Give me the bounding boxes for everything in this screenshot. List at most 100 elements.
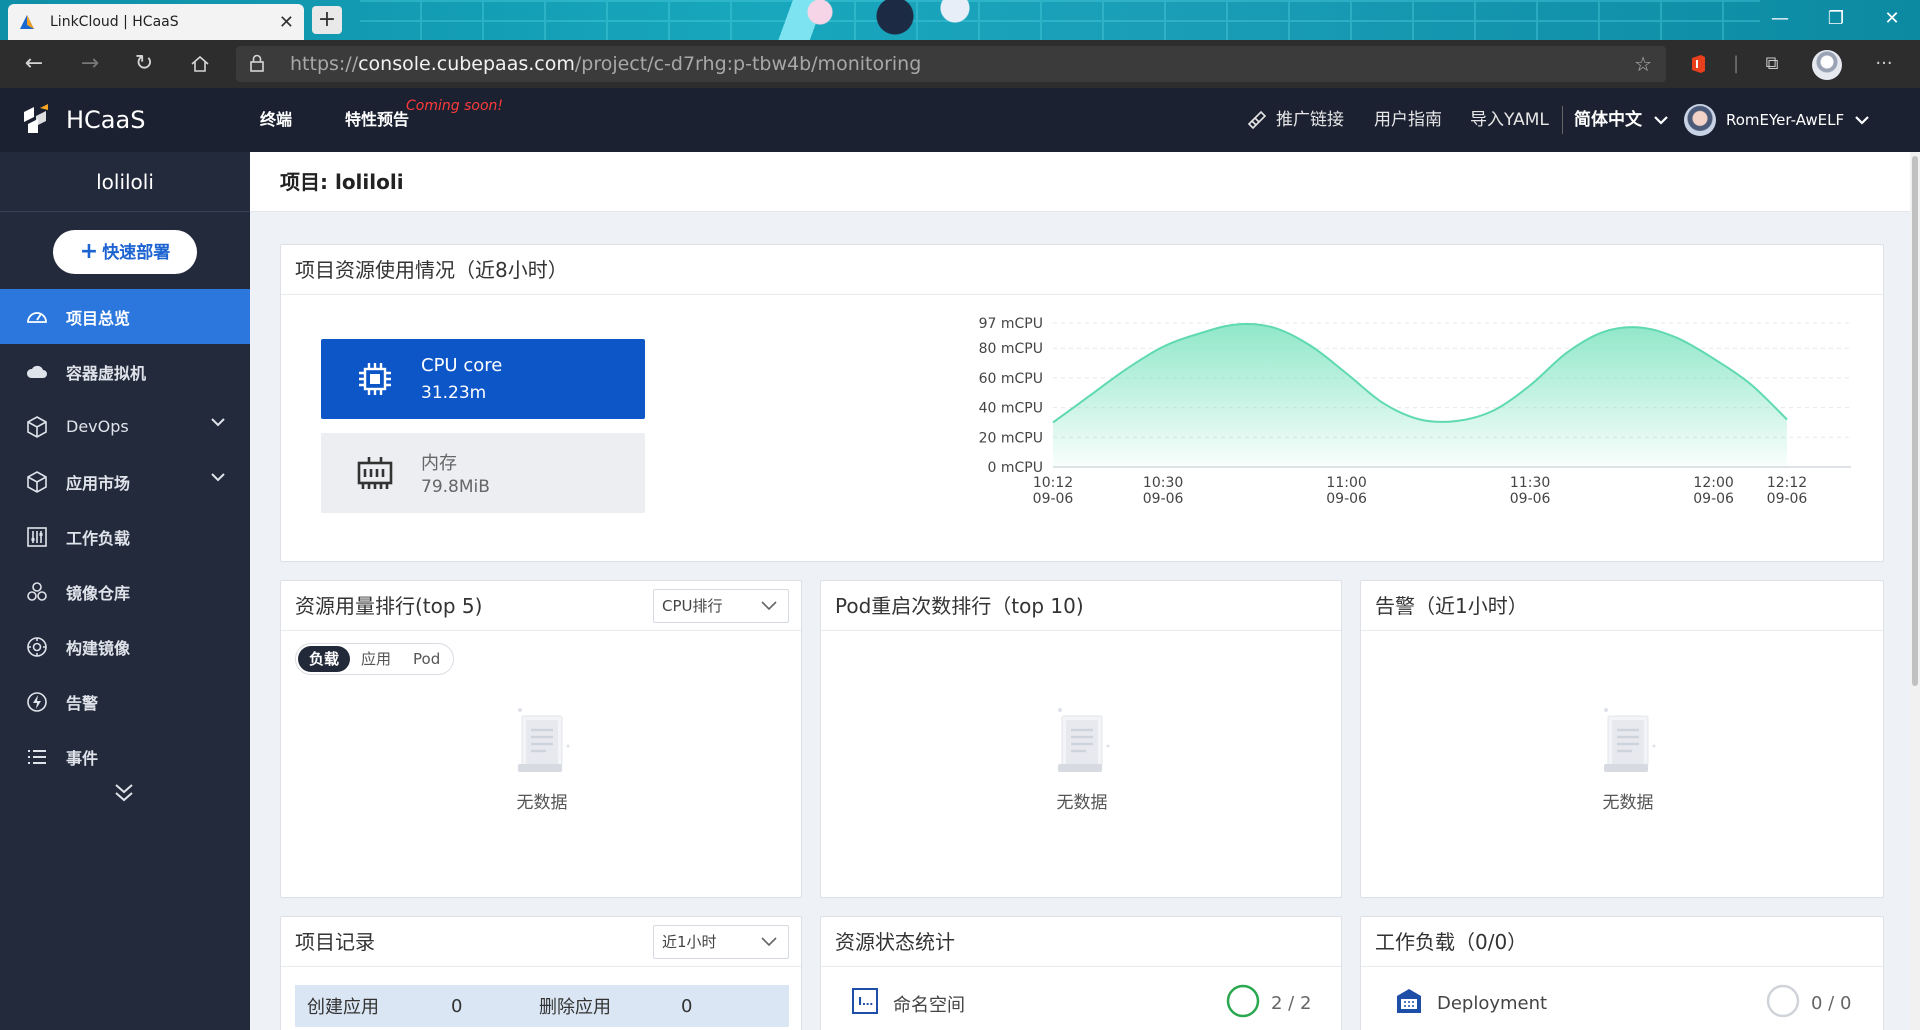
user-avatar[interactable] [1684, 104, 1716, 136]
x-tick-date-label: 09-06 [1693, 491, 1734, 507]
import-yaml-link[interactable]: 导入YAML [1470, 88, 1549, 152]
nav-feature-preview[interactable]: 特性预告 [345, 88, 409, 152]
alerts-card-title: 告警（近1小时） [1361, 581, 1883, 631]
forward-icon[interactable]: → [70, 40, 110, 88]
sidebar-item-label: 容器虚拟机 [66, 363, 147, 383]
sidebar-item-workload[interactable]: 工作负载 [0, 509, 250, 564]
svg-text:I…: I… [858, 995, 873, 1008]
status-ring-icon [1225, 983, 1261, 1024]
nav-terminal[interactable]: 终端 [260, 88, 292, 152]
delete-app-label: 删除应用 [539, 997, 611, 1018]
chevron-down-icon [1855, 116, 1869, 125]
minimize-icon[interactable]: — [1752, 0, 1808, 40]
tab-close-icon[interactable]: ✕ [279, 12, 294, 33]
home-icon[interactable] [180, 40, 220, 88]
cpu-metric-card[interactable]: CPU core 31.23m [321, 339, 645, 419]
y-tick-label: 20 mCPU [979, 430, 1043, 446]
x-tick-time-label: 10:12 [1033, 475, 1073, 491]
user-menu[interactable]: RomEYer-AwELF [1726, 88, 1869, 152]
chevron-down-icon [211, 473, 225, 482]
page-scrollbar[interactable] [1910, 152, 1920, 1030]
namespace-row[interactable]: I… 命名空间 [851, 987, 965, 1020]
quick-deploy-button[interactable]: + 快速部署 [53, 230, 197, 274]
y-tick-label: 97 mCPU [979, 316, 1043, 332]
sidebar-item-image-registry[interactable]: 镜像仓库 [0, 564, 250, 619]
sliders-icon [24, 524, 50, 550]
create-app-value: 0 [451, 995, 463, 1017]
tab-pod[interactable]: Pod [402, 646, 451, 672]
user-guide-link[interactable]: 用户指南 [1374, 88, 1442, 152]
y-tick-label: 60 mCPU [979, 371, 1043, 387]
hcaas-logo-icon [20, 104, 52, 136]
dashboard-icon [24, 304, 50, 330]
sidebar-item-alerts[interactable]: 告警 [0, 674, 250, 729]
window-close-icon[interactable]: ✕ [1864, 0, 1920, 40]
sidebar-item-app-market[interactable]: 应用市场 [0, 454, 250, 509]
sidebar-item-events[interactable]: 事件 [0, 729, 250, 784]
ranking-select-value: CPU排行 [662, 597, 723, 615]
tabbar-background-pattern [360, 0, 1760, 40]
tabbar-background-art [730, 0, 1030, 40]
reload-icon[interactable]: ↻ [124, 40, 164, 88]
ranking-metric-select[interactable]: CPU排行 [653, 589, 789, 623]
pod-restart-card: Pod重启次数排行（top 10) 无数据 [820, 580, 1342, 898]
scrollbar-thumb[interactable] [1912, 156, 1918, 686]
plus-icon: + [79, 239, 99, 264]
double-chevron-down-icon[interactable] [112, 782, 136, 808]
x-tick-time-label: 12:00 [1693, 475, 1733, 491]
resource-status-card: 资源状态统计 I… 命名空间 2 / 2 [820, 916, 1342, 1030]
tab-app[interactable]: 应用 [350, 646, 402, 672]
cloud-icon [24, 359, 50, 385]
pod-restart-card-title: Pod重启次数排行（top 10) [821, 581, 1341, 631]
x-tick-date-label: 09-06 [1767, 491, 1808, 507]
empty-document-icon [1598, 706, 1658, 780]
more-menu-icon[interactable]: ··· [1864, 40, 1904, 88]
tab-title: LinkCloud | HCaaS [50, 14, 179, 30]
memory-metric-label: 内存 [421, 453, 457, 474]
new-tab-button[interactable]: + [312, 6, 342, 34]
brand-name: HCaaS [66, 106, 146, 134]
x-tick-date-label: 09-06 [1143, 491, 1184, 507]
address-bar[interactable]: https://console.cubepaas.com/project/c-d… [236, 46, 1666, 82]
url-path: /project/c-d7rhg:p-tbw4b/monitoring [574, 53, 922, 75]
sidebar-item-label: 事件 [66, 748, 99, 768]
sidebar-item-label: 镜像仓库 [66, 583, 131, 603]
namespace-count: 2 / 2 [1271, 993, 1312, 1014]
coming-soon-label: Coming soon! [406, 98, 503, 114]
x-tick-date-label: 09-06 [1033, 491, 1074, 507]
office-extension-icon[interactable] [1678, 40, 1718, 88]
sidebar-item-container-vm[interactable]: 容器虚拟机 [0, 344, 250, 399]
linkcloud-favicon-icon [18, 13, 36, 31]
browser-tab-bar: LinkCloud | HCaaS ✕ + — ❐ ✕ [0, 0, 1920, 40]
memory-metric-card[interactable]: 内存 79.8MiB [321, 433, 645, 513]
lock-icon [250, 54, 264, 72]
sidebar-item-devops[interactable]: DevOps [0, 399, 250, 454]
promo-link-icon[interactable] [1246, 88, 1268, 152]
deployment-status: 0 / 0 [1765, 983, 1851, 1024]
tab-workload[interactable]: 负载 [298, 646, 351, 672]
sidebar-item-build-image[interactable]: 构建镜像 [0, 619, 250, 674]
favorite-star-icon[interactable]: ☆ [1634, 46, 1652, 82]
x-tick-date-label: 09-06 [1326, 491, 1367, 507]
browser-tab[interactable]: LinkCloud | HCaaS ✕ [8, 4, 304, 40]
browser-profile-avatar[interactable] [1812, 50, 1842, 80]
toolbar-divider: | [1732, 53, 1740, 74]
cpu-series-area [1053, 324, 1787, 467]
cpu-metric-label: CPU core [421, 355, 503, 376]
ranking-card: 资源用量排行(top 5) CPU排行 负载 应用 Pod 无数据 [280, 580, 802, 898]
language-select[interactable]: 简体中文 [1574, 88, 1668, 152]
restore-icon[interactable]: ❐ [1808, 0, 1864, 40]
deployment-row[interactable]: Deployment [1395, 987, 1547, 1020]
records-select-value: 近1小时 [662, 933, 717, 951]
sidebar-project-name: loliloli [0, 152, 250, 212]
create-app-label: 创建应用 [307, 997, 379, 1018]
sidebar-item-overview[interactable]: 项目总览 [0, 289, 250, 344]
list-icon [24, 744, 50, 770]
records-time-select[interactable]: 近1小时 [653, 925, 789, 959]
url-text: https://console.cubepaas.com/project/c-d… [290, 46, 921, 82]
promo-link[interactable]: 推广链接 [1276, 88, 1344, 152]
collections-icon[interactable]: ⧉ [1752, 40, 1792, 88]
back-icon[interactable]: ← [14, 40, 54, 88]
empty-state-label: 无数据 [516, 793, 568, 813]
records-stat-row: 创建应用 0 删除应用 0 [295, 985, 789, 1027]
